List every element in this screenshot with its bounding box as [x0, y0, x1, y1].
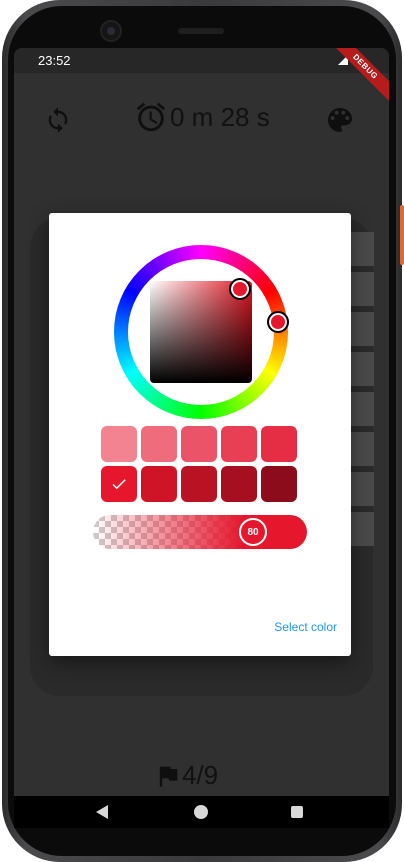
color-swatch[interactable]: [141, 466, 177, 502]
palette-button[interactable]: [320, 100, 360, 140]
saturation-value-handle[interactable]: [229, 278, 251, 300]
system-nav-bar: [14, 796, 389, 828]
check-icon: [112, 479, 126, 490]
color-swatch[interactable]: [101, 426, 137, 462]
swatch-selected[interactable]: [101, 466, 137, 502]
progress-text: 4/9: [182, 760, 219, 790]
level-progress: 4/9: [154, 760, 218, 791]
swatch-grid: [101, 426, 299, 502]
status-time: 23:52: [38, 53, 71, 68]
color-picker-dialog: 80 Select color: [49, 213, 351, 656]
alarm-clock-icon: [136, 102, 166, 132]
palette-icon: [328, 108, 352, 132]
camera-icon: [100, 20, 122, 42]
select-color-button[interactable]: Select color: [274, 620, 337, 634]
debug-banner: DEBUG: [327, 48, 389, 105]
opacity-slider-thumb[interactable]: 80: [239, 518, 267, 546]
phone-frame: 23:52 DEBUG 0 m 28 s 80 Select color 4/9: [0, 0, 404, 862]
timer-display: 0 m 28 s: [134, 100, 270, 134]
color-swatch[interactable]: [261, 466, 297, 502]
recent-apps-icon[interactable]: [291, 806, 303, 818]
opacity-slider[interactable]: 80: [93, 515, 307, 549]
color-swatch[interactable]: [261, 426, 297, 462]
speaker-grille: [178, 28, 224, 34]
home-icon[interactable]: [194, 805, 208, 819]
restart-icon: [48, 107, 68, 133]
color-swatch[interactable]: [221, 466, 257, 502]
hue-handle[interactable]: [267, 311, 289, 333]
screen: 23:52 DEBUG 0 m 28 s 80 Select color 4/9: [14, 48, 389, 828]
hue-wheel[interactable]: [114, 245, 289, 419]
flag-icon: [159, 766, 178, 786]
opacity-value: 80: [247, 526, 259, 538]
restart-button[interactable]: [38, 100, 78, 140]
color-swatch[interactable]: [181, 466, 217, 502]
color-swatch[interactable]: [141, 426, 177, 462]
color-swatch[interactable]: [221, 426, 257, 462]
back-icon[interactable]: [96, 805, 108, 819]
status-bar: 23:52 DEBUG: [14, 48, 389, 105]
color-swatch[interactable]: [181, 426, 217, 462]
timer-text: 0 m 28 s: [170, 101, 270, 132]
opacity-slider-track: [93, 515, 307, 549]
side-button: [400, 205, 404, 265]
